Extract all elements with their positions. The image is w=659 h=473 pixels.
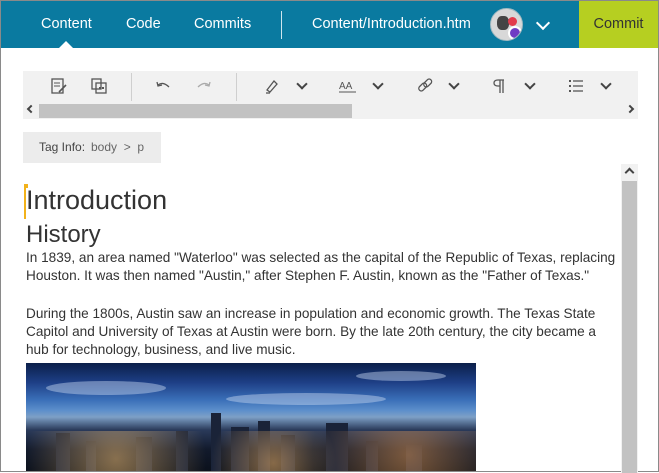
file-path-label: Content/Introduction.htm [312,16,471,32]
edit-document-icon[interactable] [49,77,69,97]
tag-info-breadcrumb[interactable]: body > p [91,132,144,163]
scroll-right-icon[interactable] [625,104,635,114]
toolbar-divider [236,73,237,101]
scrollbar-thumb[interactable] [39,104,352,118]
paragraph-icon[interactable] [490,77,510,97]
font-size-icon[interactable]: AA [338,77,358,97]
copy-format-icon[interactable] [89,77,109,97]
avatar-figure [497,16,509,30]
scroll-up-icon[interactable] [624,167,635,178]
chevron-down-icon[interactable] [600,78,612,90]
svg-text:AA: AA [339,81,353,92]
list-icon[interactable] [566,77,586,97]
avatar-status-icon [508,26,522,40]
commit-button[interactable]: Commit [579,1,658,48]
avatar-badge [508,17,517,26]
editor-vertical-scrollbar[interactable] [621,164,638,473]
tab-commits[interactable]: Commits [194,1,251,48]
topbar-divider [281,11,282,39]
document-paragraph[interactable]: During the 1800s, Austin saw an increase… [26,305,621,359]
scrollbar-thumb[interactable] [622,181,637,473]
image-cloud [356,371,446,381]
document-heading-1[interactable]: Introduction [26,185,167,216]
tag-info-panel: Tag Info: body > p [23,132,161,163]
undo-icon[interactable] [153,77,173,97]
chevron-down-icon[interactable] [372,78,384,90]
top-navigation-bar: Content Code Commits Content/Introductio… [1,1,658,48]
document-paragraph[interactable]: In 1839, an area named "Waterloo" was se… [26,249,621,285]
image-cloud [226,393,386,405]
document-editor[interactable]: Introduction History In 1839, an area na… [23,165,621,471]
chevron-down-icon[interactable] [535,15,551,31]
scroll-left-icon[interactable] [26,104,36,114]
tab-content[interactable]: Content [41,1,92,48]
image-city-lights [26,431,476,471]
highlighter-icon[interactable] [262,77,282,97]
toolbar-divider [131,73,132,101]
toolbar-horizontal-scrollbar[interactable] [23,103,638,119]
image-cloud [46,381,166,395]
avatar[interactable] [490,8,523,41]
redo-icon[interactable] [194,77,214,97]
tag-info-label: Tag Info: [39,140,86,154]
link-icon[interactable] [415,77,435,97]
chevron-down-icon[interactable] [296,78,308,90]
austin-skyline-image[interactable] [26,363,476,471]
chevron-down-icon[interactable] [448,78,460,90]
chevron-down-icon[interactable] [524,78,536,90]
tab-code[interactable]: Code [126,1,161,48]
document-heading-2[interactable]: History [26,221,101,249]
editor-toolbar: AA [23,71,638,103]
